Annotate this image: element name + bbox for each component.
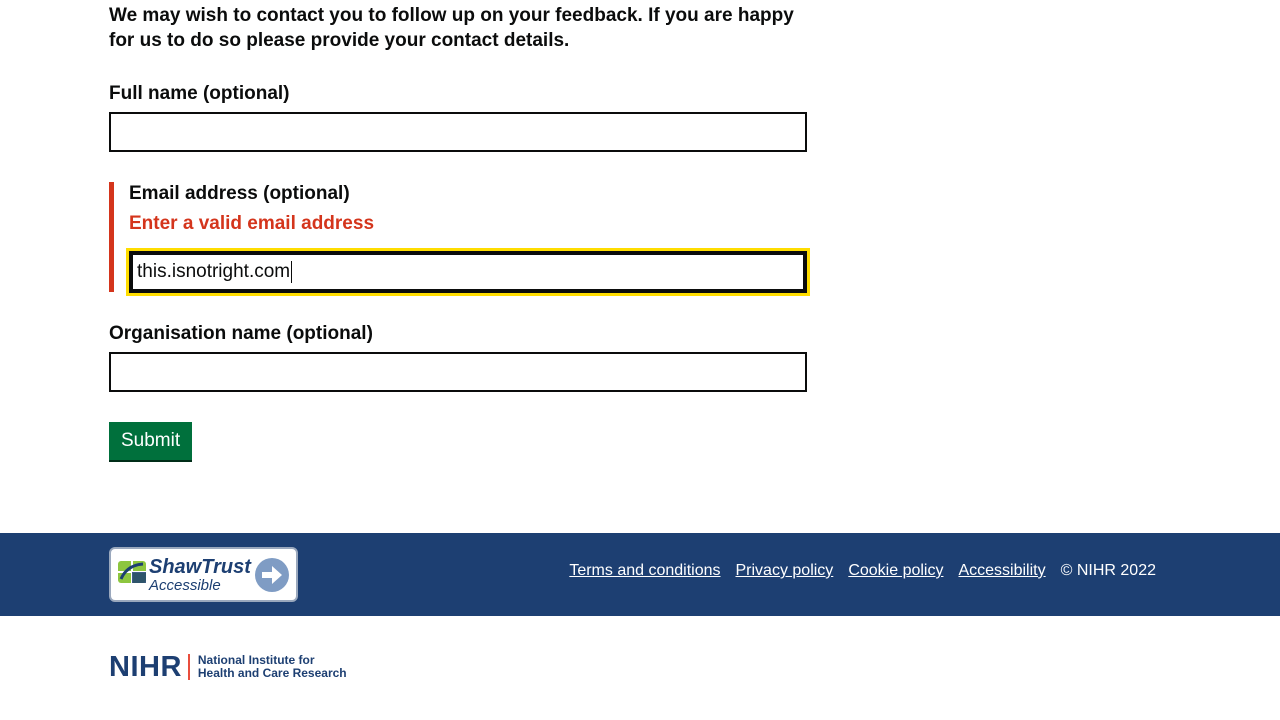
- accessibility-link[interactable]: Accessibility: [958, 562, 1045, 580]
- shaw-trust-accessible-badge[interactable]: ShawTrust Accessible: [109, 547, 298, 602]
- nihr-name-line2: Health and Care Research: [197, 666, 347, 680]
- email-focus-ring: this.isnotright.com: [126, 248, 810, 296]
- nihr-logo[interactable]: NIHR National Institute for Health and C…: [109, 652, 347, 682]
- privacy-link[interactable]: Privacy policy: [736, 562, 834, 580]
- email-label: Email address (optional): [129, 183, 350, 204]
- full-name-input[interactable]: [109, 112, 807, 152]
- email-error-message: Enter a valid email address: [129, 213, 375, 234]
- submit-button[interactable]: Submit: [109, 422, 193, 462]
- nihr-full-name: National Institute for Health and Care R…: [198, 654, 347, 680]
- email-input[interactable]: this.isnotright.com: [129, 251, 807, 293]
- terms-link[interactable]: Terms and conditions: [569, 562, 720, 580]
- arrow-right-icon: [255, 558, 289, 592]
- footer-links: Terms and conditions Privacy policy Cook…: [569, 562, 1156, 580]
- email-input-value: this.isnotright.com: [137, 261, 291, 282]
- footer: ShawTrust Accessible Terms and condition…: [0, 533, 1280, 616]
- logo-divider: [187, 654, 190, 680]
- full-name-label: Full name (optional): [109, 83, 290, 104]
- cookie-link[interactable]: Cookie policy: [848, 562, 943, 580]
- contact-intro-text: We may wish to contact you to follow up …: [109, 5, 794, 51]
- copyright-text: © NIHR 2022: [1060, 562, 1156, 579]
- shaw-trust-name: ShawTrust: [149, 556, 251, 578]
- organisation-input[interactable]: [109, 352, 807, 392]
- shaw-trust-mark-icon: [118, 561, 146, 583]
- nihr-acronym: NIHR: [109, 651, 182, 683]
- shaw-trust-accessible-text: Accessible: [149, 577, 221, 594]
- text-caret: [291, 261, 293, 283]
- nihr-name-line1: National Institute for: [197, 653, 315, 667]
- organisation-label: Organisation name (optional): [109, 323, 373, 344]
- error-indicator-bar: [109, 182, 114, 292]
